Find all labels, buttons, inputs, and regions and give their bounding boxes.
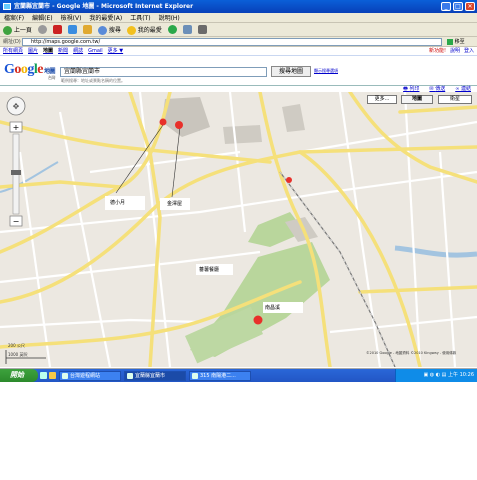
refresh-icon[interactable]: [67, 25, 77, 34]
address-field[interactable]: http://maps.google.com.tw/: [22, 38, 442, 46]
minimize-button[interactable]: _: [441, 2, 451, 11]
taskbar-item-3[interactable]: 315 南陽港二...: [189, 370, 251, 381]
map-canvas[interactable]: ✥ + − 更多... 地圖 衛星 德小月 金澤屋 蕃薯餐廳 南昌溪 200 公…: [0, 92, 477, 367]
map-search-input[interactable]: 宜蘭縣宜蘭市: [60, 67, 267, 77]
building-block: [162, 97, 210, 137]
search-hint: 範例搜尋：地址或景點名稱的位置。: [61, 78, 125, 83]
forward-arrow-icon[interactable]: [37, 25, 47, 34]
google-bar: 所有網頁 圖片 地圖 新聞 網誌 Gmail 更多 ▼ 新功能! 說明 登入: [0, 47, 477, 56]
svg-text:−: −: [13, 217, 20, 226]
go-button[interactable]: 移至: [447, 37, 465, 47]
start-button[interactable]: 開始: [0, 369, 38, 382]
magnifier-icon: [97, 25, 107, 35]
building-block: [282, 104, 305, 132]
svg-text:✥: ✥: [13, 102, 20, 111]
map-copyright: ©2010 Google - 地圖資料 ©2010 Kingway - 使用條款: [366, 351, 457, 355]
google-maps-logo[interactable]: Google地圖 台灣: [4, 62, 56, 81]
gbar-more[interactable]: 更多 ▼: [108, 47, 123, 56]
home-icon[interactable]: [82, 25, 92, 34]
favorites-button[interactable]: 我的最愛: [126, 25, 162, 35]
map-label-4[interactable]: 南昌溪: [263, 302, 303, 313]
map-label-1[interactable]: 德小月: [105, 196, 145, 210]
gbar-images[interactable]: 圖片: [28, 47, 38, 56]
window-icon: [62, 372, 68, 379]
quicklaunch-icon[interactable]: [40, 372, 47, 379]
gbar-gmail[interactable]: Gmail: [88, 47, 103, 56]
title-bar: 宜蘭縣宜蘭市 - Google 地圖 - Microsoft Internet …: [0, 0, 477, 13]
whats-new-link[interactable]: 新功能!: [429, 47, 446, 56]
building-block: [223, 125, 262, 144]
system-tray: ▣ ◍ ◐ ▤ 上午 10:26: [395, 369, 477, 382]
ie-window: 宜蘭縣宜蘭市 - Google 地圖 - Microsoft Internet …: [0, 0, 477, 382]
taskbar: 開始 台灣遊程網站 宜蘭縣宜蘭市 315 南陽港二... ▣ ◍ ◐ ▤ 上午 …: [0, 369, 477, 382]
toolbar: 上一頁 搜尋 我的最愛: [0, 23, 477, 37]
back-button[interactable]: 上一頁: [3, 25, 32, 35]
search-maps-button[interactable]: 搜尋地圖: [271, 66, 311, 77]
favorites-label: 我的最愛: [137, 26, 162, 34]
menu-edit[interactable]: 編輯(E): [32, 13, 52, 22]
menu-view[interactable]: 檢視(V): [61, 13, 82, 22]
taskbar-item-1[interactable]: 台灣遊程網站: [59, 370, 121, 381]
gbar-maps[interactable]: 地圖: [43, 47, 53, 56]
search-button[interactable]: 搜尋: [97, 25, 121, 35]
tray-icons[interactable]: ▣ ◍ ◐ ▤: [423, 372, 448, 378]
map-label-2[interactable]: 金澤屋: [160, 198, 190, 210]
map-label-3[interactable]: 蕃薯餐廳: [196, 264, 233, 275]
go-label: 移至: [454, 39, 465, 45]
gbar-blogs[interactable]: 網誌: [73, 47, 83, 56]
map-type-map[interactable]: 地圖: [401, 95, 433, 104]
window-title: 宜蘭縣宜蘭市 - Google 地圖 - Microsoft Internet …: [14, 3, 194, 10]
svg-text:+: +: [13, 123, 20, 132]
address-bar: 網址(D) http://maps.google.com.tw/ 移至: [0, 37, 477, 47]
back-label: 上一頁: [13, 26, 32, 34]
go-arrow-icon: [447, 38, 453, 45]
stop-icon[interactable]: [52, 25, 62, 34]
window-icon: [127, 372, 133, 379]
window-icon: [192, 372, 198, 379]
map-graphic: ✥ + −: [0, 92, 477, 367]
task-label: 315 南陽港二...: [200, 372, 236, 379]
star-icon: [126, 25, 136, 35]
mail-icon[interactable]: [182, 25, 192, 34]
scale-imperial: 1000 英呎: [8, 352, 28, 357]
maximize-button[interactable]: □: [453, 2, 463, 11]
address-label: 網址(D): [3, 39, 21, 45]
menu-bar: 檔案(F) 編輯(E) 檢視(V) 我的最愛(A) 工具(T) 說明(H): [0, 13, 477, 23]
menu-help[interactable]: 說明(H): [159, 13, 180, 22]
logo-letter: e: [37, 62, 43, 77]
history-icon[interactable]: [167, 25, 177, 34]
ie-app-icon: [3, 3, 11, 10]
map-type-satellite[interactable]: 衛星: [438, 95, 472, 104]
print-icon[interactable]: [197, 25, 207, 34]
logo-region: 台灣: [48, 75, 56, 80]
close-button[interactable]: ✕: [465, 2, 475, 11]
search-options-link[interactable]: 顯示搜尋選項: [314, 68, 338, 74]
logo-letter: G: [4, 62, 15, 77]
gbar-news[interactable]: 新聞: [58, 47, 68, 56]
page-content: 所有網頁 圖片 地圖 新聞 網誌 Gmail 更多 ▼ 新功能! 說明 登入 G…: [0, 47, 477, 368]
menu-favorites[interactable]: 我的最愛(A): [89, 13, 122, 22]
search-label: 搜尋: [108, 26, 121, 34]
back-arrow-icon: [3, 25, 12, 35]
scale-metric: 200 公尺: [8, 343, 25, 348]
menu-file[interactable]: 檔案(F): [4, 13, 24, 22]
menu-tools[interactable]: 工具(T): [130, 13, 150, 22]
map-type-more[interactable]: 更多...: [367, 95, 397, 104]
task-label: 台灣遊程網站: [70, 372, 101, 379]
gbar-web[interactable]: 所有網頁: [3, 47, 23, 56]
help-link[interactable]: 說明: [450, 47, 460, 56]
quicklaunch-icon[interactable]: [49, 372, 56, 379]
logo-sub: 地圖: [44, 68, 56, 75]
river: [394, 245, 477, 258]
task-label: 宜蘭縣宜蘭市: [135, 372, 166, 379]
taskbar-item-2[interactable]: 宜蘭縣宜蘭市: [124, 370, 186, 381]
clock[interactable]: 上午 10:26: [448, 372, 474, 378]
sign-in-link[interactable]: 登入: [464, 47, 474, 56]
